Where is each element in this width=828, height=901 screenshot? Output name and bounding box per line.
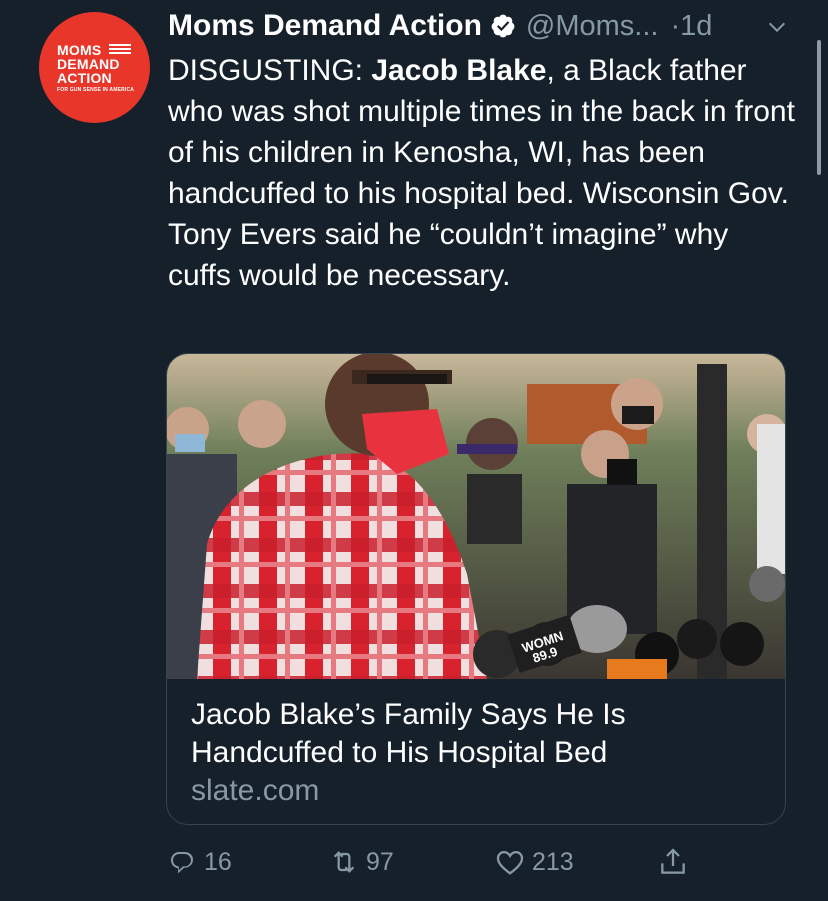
avatar-logo-tagline: FOR GUN SENSE IN AMERICA (57, 87, 135, 93)
card-title[interactable]: Jacob Blake’s Family Says He Is Handcuff… (191, 696, 771, 772)
avatar-logo-line-3: ACTION (57, 70, 112, 86)
share-icon (661, 848, 685, 874)
scrollbar[interactable] (817, 40, 821, 175)
chevron-down-icon[interactable] (766, 16, 788, 38)
tweet-text: DISGUSTING: Jacob Blake, a Black father … (168, 50, 798, 296)
verified-badge-icon (491, 14, 515, 38)
retweet-count: 97 (366, 847, 394, 876)
like-button[interactable]: 213 (494, 840, 574, 884)
reply-icon (171, 852, 193, 874)
tweet-actions: 16 97 213 (166, 840, 706, 884)
tweet-text-suffix: , a Black father who was shot multiple t… (168, 54, 795, 292)
tweet-text-bold: Jacob Blake (371, 54, 547, 87)
tweet-header: Moms Demand Action @Moms... ·1d (168, 6, 788, 46)
retweet-button[interactable]: 97 (328, 840, 394, 884)
logo-stripes (109, 44, 131, 56)
avatar[interactable]: MOMS DEMAND ACTION FOR GUN SENSE IN AMER… (39, 12, 150, 123)
reply-count: 16 (204, 847, 232, 876)
reply-button[interactable]: 16 (166, 840, 232, 884)
tweet-timestamp[interactable]: ·1d (670, 10, 712, 43)
card-domain: slate.com (191, 774, 320, 807)
like-count: 213 (532, 847, 574, 876)
tweet-text-prefix: DISGUSTING: (168, 54, 372, 87)
link-card[interactable]: WOMN 89.9 Jacob Blake’s Family Says He I… (166, 353, 786, 825)
heart-icon (496, 850, 524, 875)
share-button[interactable] (657, 840, 695, 884)
author-handle[interactable]: @Moms... (526, 10, 659, 43)
author-name[interactable]: Moms Demand Action (168, 9, 482, 43)
retweet-icon (333, 851, 355, 873)
card-image: WOMN 89.9 (167, 354, 785, 679)
